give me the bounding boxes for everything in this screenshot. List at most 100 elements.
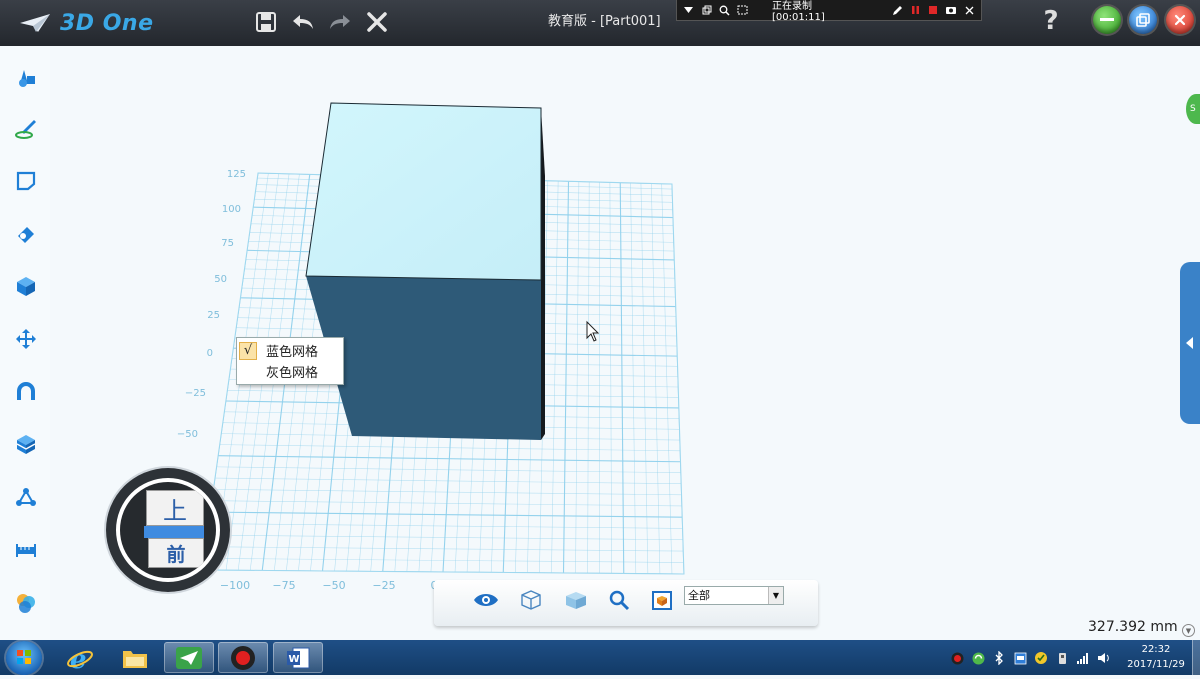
grid-context-menu: √ 蓝色网格 灰色网格 [236,337,344,385]
shaded-view-button[interactable] [562,586,590,614]
word-icon: W [285,646,311,670]
x-tick-label: −25 [372,579,395,592]
minimize-button[interactable] [1093,6,1121,34]
basic-solids-tool[interactable] [12,62,40,90]
record-tray-icon[interactable] [950,651,964,665]
redo-icon [328,12,352,32]
internet-explorer-icon: e [66,644,94,672]
restore-icon[interactable] [701,4,713,16]
combine-tool[interactable] [12,430,40,458]
material-render-tool[interactable] [12,589,40,617]
app-logo[interactable]: 3D One [18,6,188,40]
save-icon [255,11,277,33]
taskbar-clock[interactable]: 22:32 2017/11/29 [1124,642,1188,672]
network-adapter-icon[interactable] [1013,651,1027,665]
y-tick-label: 50 [214,274,227,285]
taskbar-file-explorer[interactable] [110,642,160,673]
sketch-brush-icon [14,116,38,140]
eye-icon [473,591,499,609]
eraser-icon [14,221,38,245]
show-desktop-button[interactable] [1192,640,1200,675]
special-function-tool[interactable] [12,272,40,300]
taskbar-3d-one[interactable] [164,642,214,673]
taskbar-internet-explorer[interactable]: e [55,642,105,673]
undo-button[interactable] [287,6,319,38]
basic-edit-tool[interactable] [12,483,40,511]
y-tick-label: 125 [227,169,246,180]
usb-device-icon[interactable] [1055,651,1069,665]
sketch-tool[interactable] [12,114,40,142]
sync-tray-icon[interactable] [971,651,985,665]
zoom-view-button[interactable] [605,586,633,614]
security-shield-icon[interactable] [1034,651,1048,665]
close-window-button[interactable] [1166,6,1194,34]
clock-date: 2017/11/29 [1124,657,1188,672]
chevron-down-icon[interactable] [683,4,695,16]
screen-recorder-bar: 正在录制 [00:01:11] [676,0,982,21]
magnifier-icon [608,589,630,611]
stop-icon[interactable] [927,4,939,16]
y-tick-label: 0 [207,348,213,359]
taskbar-recorder[interactable] [218,642,268,673]
menu-item-gray-grid[interactable]: 灰色网格 [237,361,343,382]
adsorb-tool[interactable] [12,378,40,406]
paper-plane-logo-icon [18,12,52,34]
y-tick-label: −50 [177,429,198,440]
save-button[interactable] [250,6,282,38]
check-icon [239,363,257,381]
help-button[interactable]: ? [1036,4,1066,38]
measurement-readout: 327.392 mm [1088,619,1178,635]
side-badge-icon[interactable]: S [1186,94,1200,124]
view-cube[interactable]: 上 前 [106,468,230,592]
start-button[interactable] [6,641,42,675]
maximize-button[interactable] [1129,6,1157,34]
folder-icon [121,646,149,670]
view-cube-front-face[interactable]: 前 [148,538,204,568]
y-tick-label: 75 [221,238,234,249]
redo-button[interactable] [324,6,356,38]
region-icon[interactable] [736,4,748,16]
zoom-icon[interactable] [719,4,731,16]
chevron-down-icon[interactable]: ▼ [1182,624,1195,637]
measure-tool[interactable] [12,536,40,564]
check-icon: √ [239,342,257,360]
bluetooth-icon[interactable] [992,651,1006,665]
render-mode-button[interactable] [648,586,676,614]
document-title: 教育版 - [Part001] [548,10,661,30]
cube-top-face[interactable] [306,103,541,280]
view-cube-inner: 上 前 [120,482,216,578]
x-tick-label: −75 [272,579,295,592]
move-tool[interactable] [12,325,40,353]
menu-item-blue-grid[interactable]: √ 蓝色网格 [237,340,343,361]
left-toolbar [0,46,51,640]
cube-right-face [541,108,545,440]
magnet-icon [14,380,38,404]
sketch-edit-tool[interactable] [12,167,40,195]
close-icon[interactable] [963,4,975,16]
feature-tool[interactable] [12,219,40,247]
taskbar-word[interactable]: W [273,642,323,673]
record-icon [230,645,256,671]
selection-filter-dropdown[interactable]: 全部 ▼ [684,586,784,605]
camera-icon[interactable] [945,4,957,16]
pause-icon[interactable] [910,4,922,16]
wireframe-view-button[interactable] [517,586,545,614]
chevron-left-icon [1186,337,1194,349]
system-tray [950,648,1111,668]
windows-logo-icon [6,641,42,675]
pen-icon[interactable] [892,4,904,16]
signal-strength-icon[interactable] [1076,651,1090,665]
box-icon [14,432,38,456]
chevron-down-icon[interactable]: ▼ [768,587,783,604]
ruler-icon [14,538,38,562]
side-panel-toggle[interactable] [1180,262,1200,424]
selection-filter-value: 全部 [688,589,710,602]
close-icon [366,11,388,33]
view-cube-top-face[interactable]: 上 [146,490,204,526]
title-bar: 3D One 教育版 - [Part001] 正在录制 [00:01:11] ? [0,0,1200,46]
close-document-button[interactable] [361,6,393,38]
volume-icon[interactable] [1097,651,1111,665]
basic-solids-icon [14,64,38,88]
view-visibility-button[interactable] [472,586,500,614]
view-cube-edge[interactable] [144,526,204,538]
